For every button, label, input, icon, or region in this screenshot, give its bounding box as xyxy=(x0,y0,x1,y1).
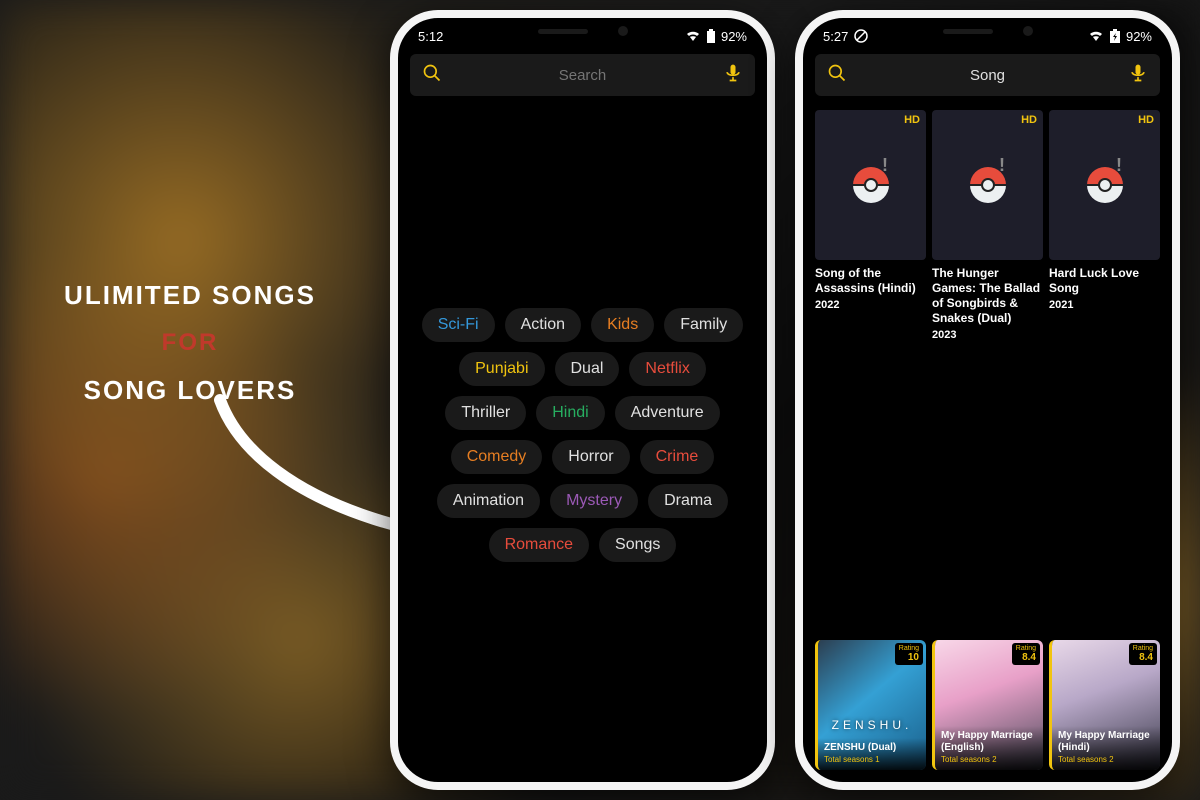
placeholder-icon xyxy=(853,167,889,203)
seasons-label: Total seasons 1 xyxy=(824,755,920,764)
chip-animation[interactable]: Animation xyxy=(437,484,540,518)
chip-horror[interactable]: Horror xyxy=(552,440,629,474)
wifi-icon xyxy=(1088,30,1104,42)
result-title: Hard Luck Love Song xyxy=(1049,266,1160,296)
chip-hindi[interactable]: Hindi xyxy=(536,396,604,430)
phone-mockup-categories: 5:12 92% Sci-Fi Action Kids Family Punjabi Du… xyxy=(390,10,775,790)
placeholder-icon xyxy=(1087,167,1123,203)
mic-icon[interactable] xyxy=(1128,62,1148,89)
chip-dual[interactable]: Dual xyxy=(555,352,620,386)
tagline-3: SONG LOVERS xyxy=(50,375,330,406)
chip-thriller[interactable]: Thriller xyxy=(445,396,526,430)
featured-card[interactable]: ZENSHU. Rating10 ZENSHU (Dual)Total season… xyxy=(815,640,926,770)
result-title: Song of the Assassins (Hindi) xyxy=(815,266,926,296)
battery-percent: 92% xyxy=(721,29,747,44)
placeholder-icon xyxy=(970,167,1006,203)
featured-card[interactable]: Rating8.4 My Happy Marriage (English) Tota… xyxy=(932,640,1043,770)
seasons-label: Total seasons 2 xyxy=(1058,755,1154,764)
chip-sci-fi[interactable]: Sci-Fi xyxy=(422,308,495,342)
chip-netflix[interactable]: Netflix xyxy=(629,352,705,386)
chip-crime[interactable]: Crime xyxy=(640,440,715,474)
result-year: 2023 xyxy=(932,329,1043,341)
featured-row: ZENSHU.Rating10ZENSHU (Dual)Total season… xyxy=(815,640,1160,770)
chip-adventure[interactable]: Adventure xyxy=(615,396,720,430)
poster: HD! xyxy=(815,110,926,260)
hd-badge: HD xyxy=(1021,114,1037,126)
hd-badge: HD xyxy=(904,114,920,126)
hd-badge: HD xyxy=(1138,114,1154,126)
search-bar[interactable] xyxy=(815,54,1160,96)
category-chips: Sci-Fi Action Kids Family Punjabi Dual Netflix… xyxy=(398,308,767,562)
volume-up-button xyxy=(390,198,391,253)
search-results: HD!Song of the Assassins (Hindi)2022HD!T… xyxy=(803,102,1172,349)
result-year: 2021 xyxy=(1049,299,1160,311)
battery-charging-icon xyxy=(1109,29,1121,43)
featured-title: My Happy Marriage (Hindi) xyxy=(1058,730,1154,753)
featured-title: My Happy Marriage (English) xyxy=(941,730,1037,753)
poster: HD! xyxy=(1049,110,1160,260)
tagline-1: ULIMITED SONGS xyxy=(50,280,330,311)
mic-icon[interactable] xyxy=(723,62,743,89)
result-card[interactable]: HD! Song of the Assassins (Hindi) 2022 xyxy=(815,110,926,341)
seasons-label: Total seasons 2 xyxy=(941,755,1037,764)
chip-comedy[interactable]: Comedy xyxy=(451,440,543,474)
search-input[interactable] xyxy=(454,67,711,84)
chip-punjabi[interactable]: Punjabi xyxy=(459,352,544,386)
chip-action[interactable]: Action xyxy=(505,308,581,342)
search-input[interactable] xyxy=(859,67,1116,84)
battery-icon xyxy=(706,29,716,43)
promo-tagline: ULIMITED SONGS FOR SONG LOVERS xyxy=(50,280,330,406)
chip-family[interactable]: Family xyxy=(664,308,743,342)
brand-overlay: ZENSHU. xyxy=(818,718,926,732)
result-card[interactable]: HD! Hard Luck Love Song 2021 xyxy=(1049,110,1160,341)
side-button xyxy=(390,148,391,180)
rating-badge: Rating8.4 xyxy=(1012,643,1040,665)
phone-mockup-results: 5:27 92% HD!Song of the Assassins (Hindi… xyxy=(795,10,1180,790)
clock: 5:27 xyxy=(823,29,848,44)
search-bar[interactable] xyxy=(410,54,755,96)
chip-drama[interactable]: Drama xyxy=(648,484,728,518)
result-year: 2022 xyxy=(815,299,926,311)
featured-card[interactable]: Rating8.4 My Happy Marriage (Hindi) Total … xyxy=(1049,640,1160,770)
phone-notch xyxy=(503,18,663,44)
rating-badge: Rating10 xyxy=(895,643,923,665)
chip-kids[interactable]: Kids xyxy=(591,308,654,342)
result-card[interactable]: HD!The Hunger Games: The Ballad of Songb… xyxy=(932,110,1043,341)
wifi-icon xyxy=(685,30,701,42)
clock: 5:12 xyxy=(418,29,443,44)
chip-romance[interactable]: Romance xyxy=(489,528,589,562)
chip-songs[interactable]: Songs xyxy=(599,528,676,562)
chip-mystery[interactable]: Mystery xyxy=(550,484,638,518)
battery-percent: 92% xyxy=(1126,29,1152,44)
volume-down-button xyxy=(390,268,391,323)
dnd-icon xyxy=(854,29,868,43)
featured-title: ZENSHU (Dual) xyxy=(824,742,920,754)
search-icon[interactable] xyxy=(422,63,442,88)
search-icon[interactable] xyxy=(827,63,847,88)
phone-notch xyxy=(908,18,1068,44)
poster: HD! xyxy=(932,110,1043,260)
rating-badge: Rating8.4 xyxy=(1129,643,1157,665)
result-title: The Hunger Games: The Ballad of Songbird… xyxy=(932,266,1043,326)
tagline-2: FOR xyxy=(50,329,330,357)
